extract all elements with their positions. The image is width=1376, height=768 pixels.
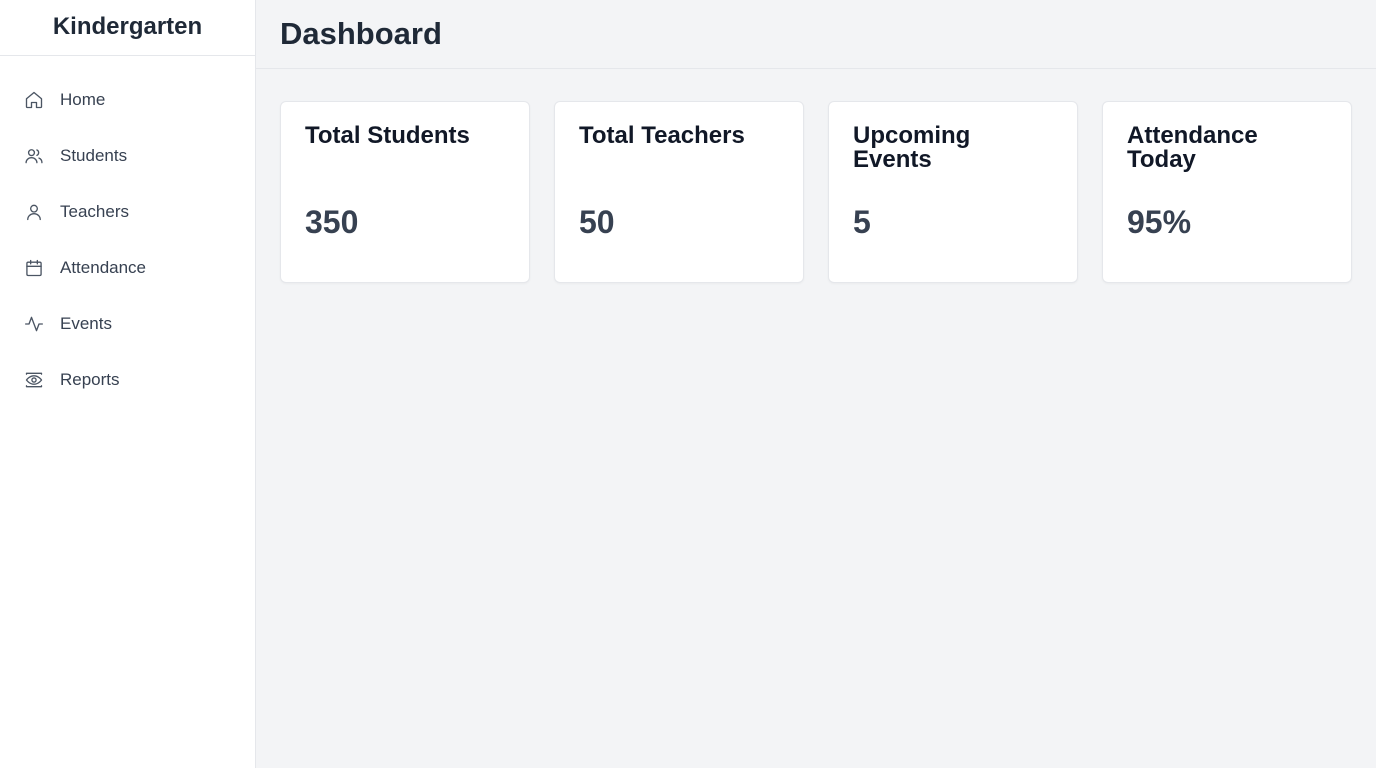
sidebar-item-events[interactable]: Events [0,296,255,352]
page-header: Dashboard [256,0,1376,69]
sidebar-item-students[interactable]: Students [0,128,255,184]
stat-card-total-teachers: Total Teachers 50 [554,101,804,283]
stat-card-value: 95% [1127,204,1192,240]
sidebar-item-label: Teachers [60,202,129,221]
stat-card-value: 50 [579,204,615,240]
main-content: Dashboard Total Students 350 Total Teach… [256,0,1376,768]
sidebar-item-reports[interactable]: Reports [0,352,255,408]
sidebar-nav: Home Students Teachers Attendance Events… [0,56,255,408]
calendar-icon [24,258,44,278]
user-icon [24,202,44,222]
stat-card-value: 5 [853,204,871,240]
page-title: Dashboard [280,16,442,51]
app-brand: Kindergarten [0,0,255,56]
sidebar-item-label: Reports [60,370,120,389]
stat-card-total-students: Total Students 350 [280,101,530,283]
sidebar-item-label: Students [60,146,128,165]
sidebar-item-attendance[interactable]: Attendance [0,240,255,296]
stat-card-title: Total Students [305,122,470,149]
stat-card-title: Attendance Today [1127,122,1258,173]
sidebar-item-label: Attendance [60,258,147,277]
stat-card-upcoming-events: Upcoming Events 5 [828,101,1078,283]
home-icon [24,90,44,110]
sidebar-item-label: Home [60,90,106,109]
sidebar-item-label: Events [60,314,112,333]
stat-card-attendance-today: Attendance Today 95% [1102,101,1352,283]
app-root: Kindergarten Home Students Teachers Atte… [0,0,1376,768]
stat-card-title: Total Teachers [579,122,745,149]
activity-icon [24,314,44,334]
sidebar-item-teachers[interactable]: Teachers [0,184,255,240]
stat-card-title: Upcoming Events [853,122,971,173]
eye-icon [24,370,44,390]
users-icon [24,146,44,166]
sidebar-item-home[interactable]: Home [0,72,255,128]
stat-card-value: 350 [305,204,359,240]
stats-cards: Total Students 350 Total Teachers 50 Upc… [256,69,1376,283]
sidebar: Kindergarten Home Students Teachers Atte… [0,0,256,768]
